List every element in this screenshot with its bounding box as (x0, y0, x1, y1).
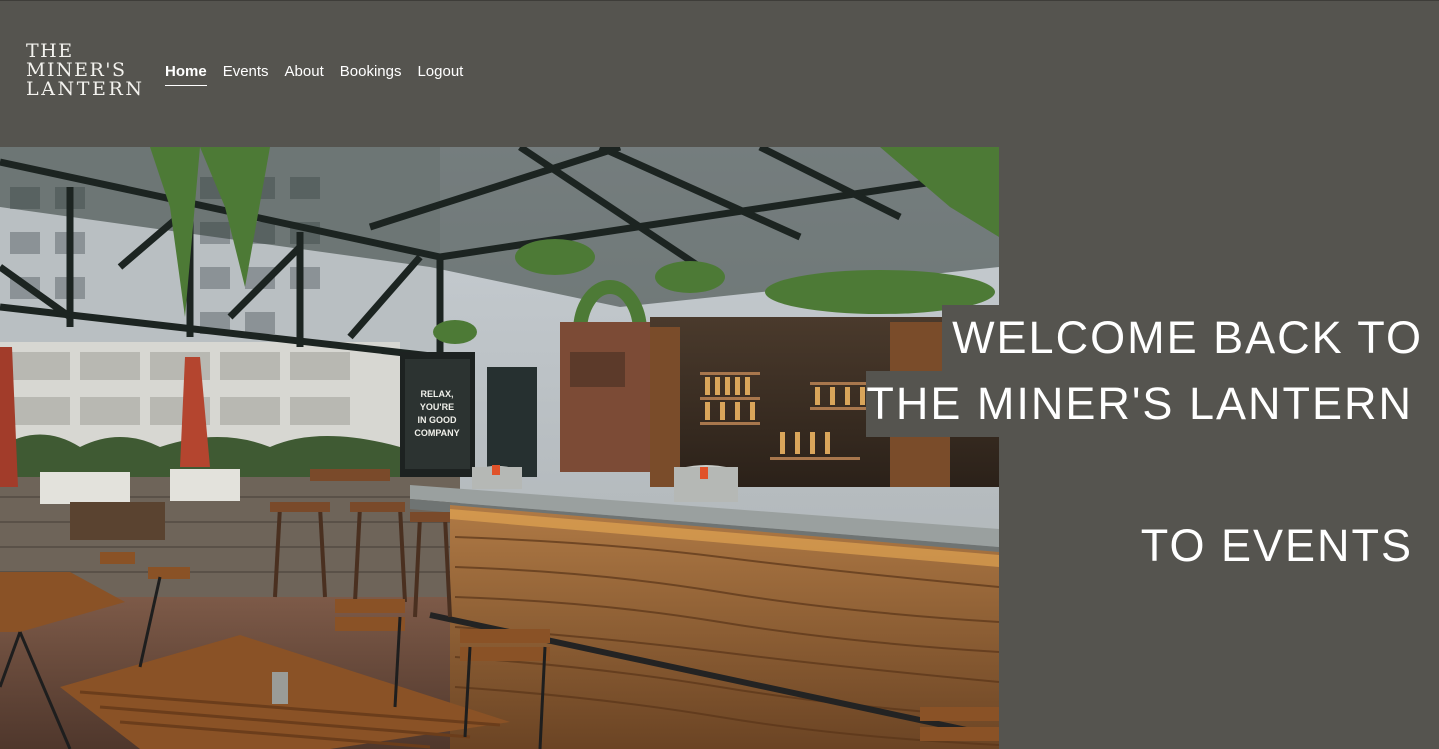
hero-image: RELAX, YOU'RE IN GOOD COMPANY (0, 147, 999, 749)
nav-logout-link[interactable]: Logout (417, 62, 463, 85)
rooftop-bar-photo: RELAX, YOU'RE IN GOOD COMPANY (0, 147, 999, 749)
nav-home-link[interactable]: Home (165, 62, 207, 86)
sign-line-1: RELAX, (420, 389, 453, 399)
main-nav: Home Events About Bookings Logout (165, 62, 463, 88)
to-events-link[interactable]: TO EVENTS (1141, 518, 1413, 574)
logo-line-3: LANTERN (26, 78, 145, 100)
sign-line-4: COMPANY (414, 428, 459, 438)
headline-line-2: THE MINER'S LANTERN (866, 371, 1439, 437)
nav-bookings-link[interactable]: Bookings (340, 62, 402, 85)
headline-line-1: WELCOME BACK TO (942, 305, 1439, 371)
sign-line-3: IN GOOD (417, 415, 457, 425)
nav-about-link[interactable]: About (285, 62, 324, 85)
logo[interactable]: THE MINER'S LANTERN (26, 42, 145, 100)
sign-line-2: YOU'RE (420, 402, 454, 412)
nav-events-link[interactable]: Events (223, 62, 269, 85)
top-border (0, 0, 1439, 1)
hero-headline: WELCOME BACK TO THE MINER'S LANTERN (866, 305, 1439, 437)
